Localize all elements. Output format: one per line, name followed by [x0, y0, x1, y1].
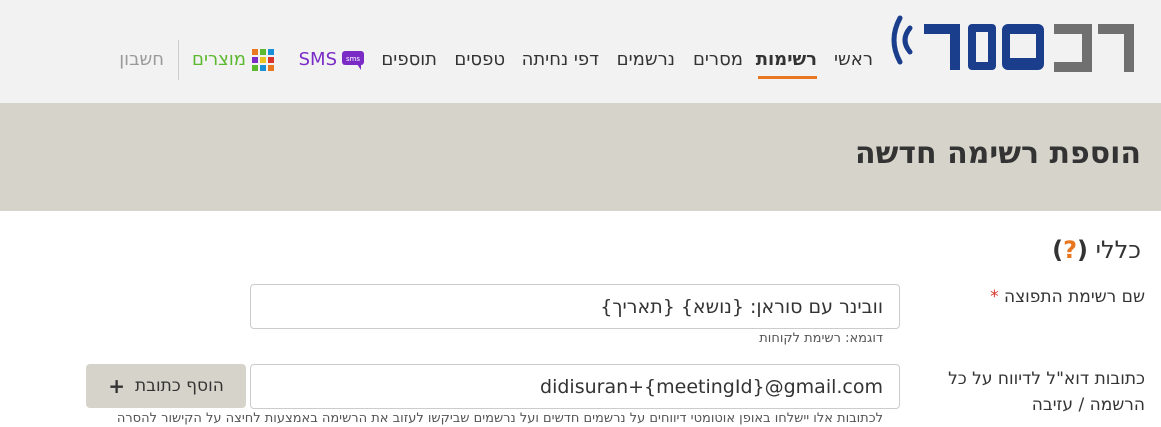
nav-item-messages[interactable]: מסרים [693, 48, 743, 72]
grid-icon [252, 49, 274, 71]
required-mark: * [990, 287, 999, 307]
page-title: הוספת רשימה חדשה [855, 136, 1141, 171]
sms-bubble-icon: sms [342, 51, 364, 70]
add-address-button[interactable]: הוסף כתובת + [86, 364, 246, 408]
nav-item-forms[interactable]: טפסים [454, 48, 505, 72]
nav-item-products[interactable]: מוצרים [192, 48, 274, 72]
products-label: מוצרים [192, 49, 246, 70]
signal-waves-icon [891, 15, 913, 65]
nav-divider [178, 40, 179, 80]
add-address-label: הוסף כתובת [134, 376, 224, 396]
nav-item-account[interactable]: חשבון [119, 48, 164, 72]
top-navigation-bar: ראשי רשימות מסרים נרשמים דפי נחיתה טפסים… [0, 0, 1161, 103]
nav-item-subscribers[interactable]: נרשמים [617, 48, 675, 72]
list-name-label: שם רשימת התפוצה * [905, 284, 1145, 310]
svg-text:sms: sms [346, 55, 360, 63]
list-name-input[interactable] [250, 284, 900, 329]
logo-letters [924, 24, 1134, 72]
nav-item-sms[interactable]: sms SMS [299, 48, 365, 72]
active-tab-indicator [758, 76, 817, 79]
report-email-input[interactable] [250, 364, 900, 409]
section-title-text: כללי [1095, 236, 1141, 264]
brand-logo[interactable] [890, 10, 1140, 85]
nav-item-addons[interactable]: תוספים [381, 48, 437, 72]
plus-icon: + [108, 374, 125, 398]
sms-label: SMS [298, 49, 337, 70]
nav-item-home[interactable]: ראשי [834, 48, 873, 72]
section-title: כללי (?) [1052, 236, 1141, 264]
report-emails-hint: לכתובות אלו יישלחו באופן אוטומטי דיווחים… [116, 411, 883, 426]
list-name-label-text: שם רשימת התפוצה [1003, 287, 1145, 307]
nav-item-lists[interactable]: רשימות [756, 48, 817, 72]
list-name-hint: דוגמא: רשימת לקוחות [759, 331, 883, 346]
nav-item-landing-pages[interactable]: דפי נחיתה [522, 48, 599, 72]
help-icon: ? [1063, 236, 1078, 264]
help-button[interactable]: (?) [1052, 236, 1088, 264]
report-emails-label: כתובות דוא"ל לדיווח על כל הרשמה / עזיבה [948, 369, 1145, 415]
